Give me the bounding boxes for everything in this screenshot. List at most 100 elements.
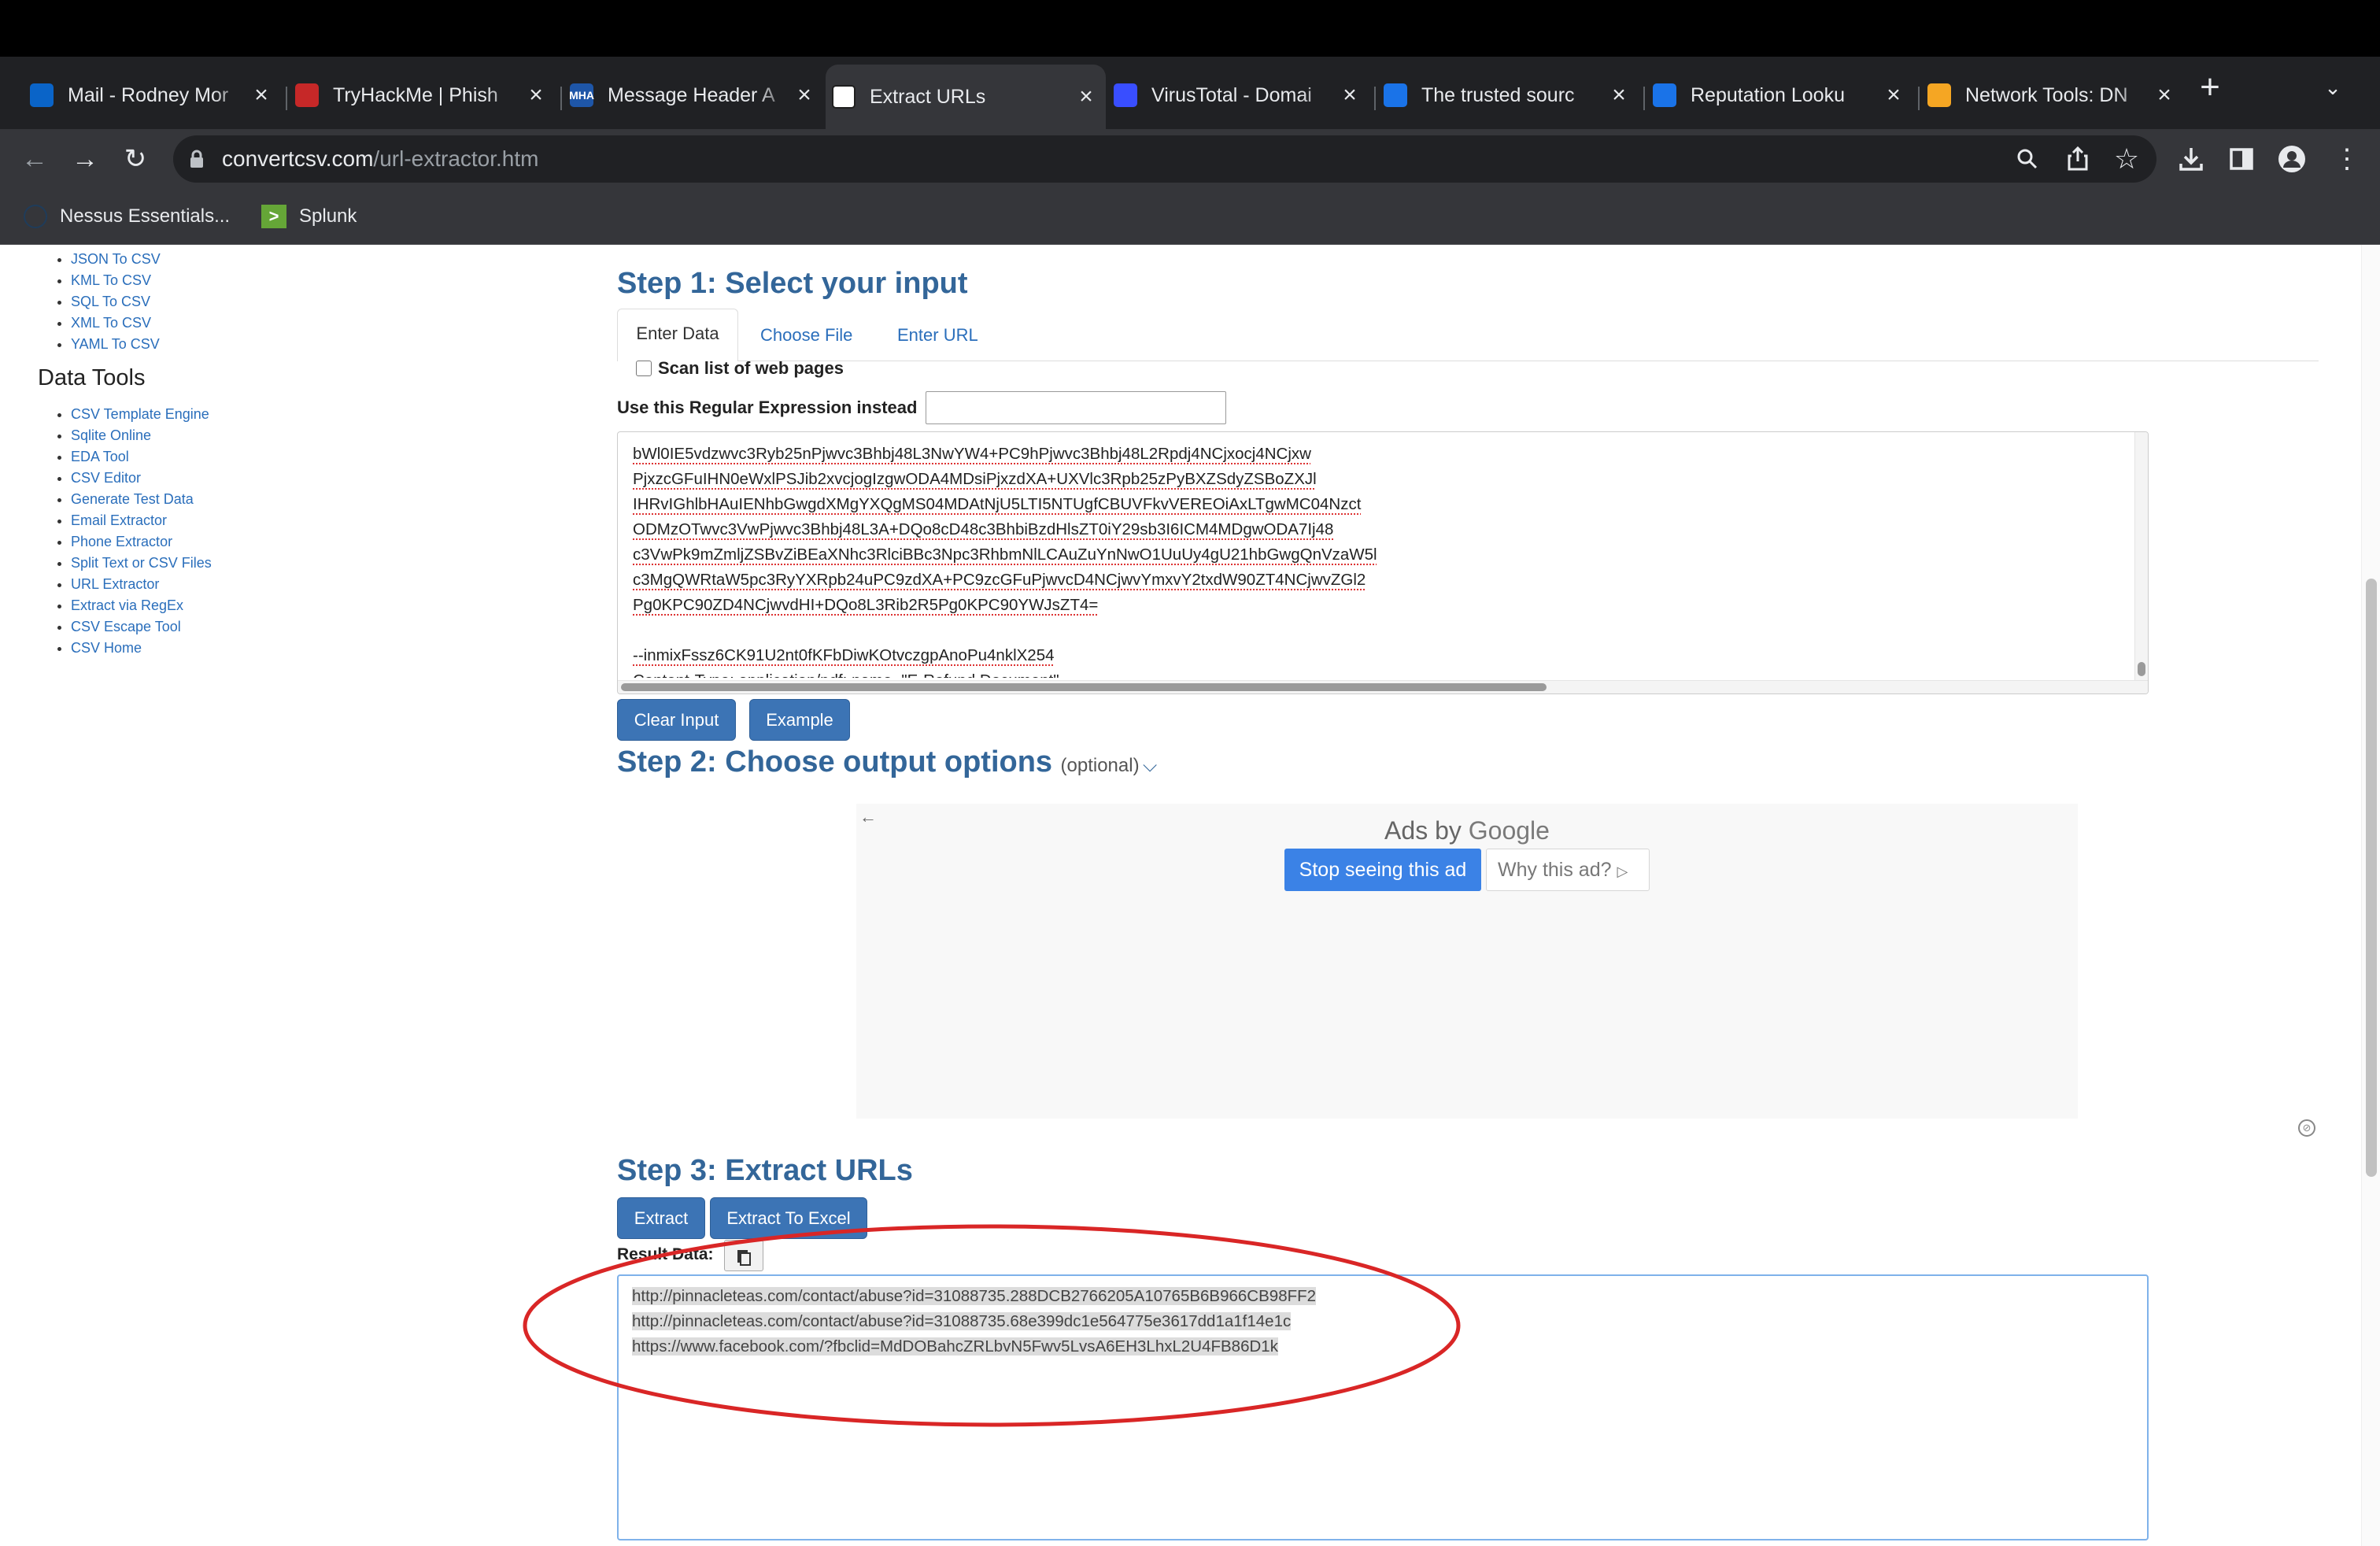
tab-enter-data[interactable]: Enter Data [617, 309, 738, 361]
sidebar-link[interactable]: Extract via RegEx [71, 595, 212, 616]
side-panel-icon[interactable] [2229, 146, 2254, 172]
scan-web-pages-label: Scan list of web pages [658, 358, 844, 378]
mha-icon: MHA [569, 83, 594, 107]
outlook-icon [30, 83, 54, 107]
browser-tab[interactable]: MHA Message Header A × [564, 68, 824, 123]
tab-close-icon[interactable]: × [1338, 82, 1362, 109]
page-scrollbar[interactable] [2361, 245, 2380, 1546]
nessus-icon [24, 205, 47, 228]
tab-close-icon[interactable]: × [1882, 82, 1905, 109]
sidebar-link[interactable]: KML To CSV [71, 270, 161, 291]
tab-separator [1643, 87, 1645, 110]
tab-title: Extract URLs [870, 85, 986, 108]
sidebar-link[interactable]: CSV Editor [71, 468, 212, 489]
tab-close-icon[interactable]: × [793, 82, 816, 109]
step2-optional: (optional) [1060, 755, 1140, 776]
zoom-icon[interactable] [2016, 148, 2038, 170]
browser-tab[interactable]: VirusTotal - Domai × [1107, 68, 1369, 123]
tab-enter-url[interactable]: Enter URL [897, 309, 978, 361]
expand-chevron-icon[interactable]: ⌵ [1143, 755, 1157, 776]
play-triangle-icon: ▷ [1617, 864, 1628, 879]
bookmarks-bar: Nessus Essentials... > Splunk [0, 189, 2380, 245]
tab-title: Message Header A [608, 83, 775, 106]
tab-title: The trusted sourc [1421, 83, 1575, 106]
bookmark-nessus[interactable]: Nessus Essentials... [60, 189, 230, 244]
data-tools-list: CSV Template EngineSqlite OnlineEDA Tool… [71, 404, 212, 659]
profile-avatar-icon[interactable] [2278, 145, 2306, 173]
tab-title: Mail - Rodney Mor [68, 83, 229, 106]
sidebar-link[interactable]: JSON To CSV [71, 249, 161, 270]
annotation-ellipse [523, 1224, 1461, 1427]
tryhackme-icon [295, 83, 319, 107]
tab-separator [1918, 87, 1920, 110]
ad-choices-icon[interactable]: ⊘ [2298, 1119, 2315, 1137]
example-button[interactable]: Example [749, 699, 850, 741]
sidebar-link[interactable]: Generate Test Data [71, 489, 212, 510]
back-icon[interactable]: ← [17, 129, 52, 189]
sidebar-link[interactable]: YAML To CSV [71, 334, 161, 355]
regex-label: Use this Regular Expression instead [617, 398, 918, 417]
browser-tab[interactable]: The trusted sourc × [1377, 68, 1639, 123]
sidebar-link[interactable]: Sqlite Online [71, 425, 212, 446]
browser-tab[interactable]: Network Tools: DN × [1921, 68, 2184, 123]
tab-close-icon[interactable]: × [524, 82, 548, 109]
input-textarea[interactable]: bWl0IE5vdzwvc3Ryb25nPjwvc3Bhbj48L3NwYW4+… [617, 431, 2149, 694]
splunk-icon: > [261, 205, 286, 228]
sidebar-link[interactable]: CSV Template Engine [71, 404, 212, 425]
tab-search-chevron-icon[interactable]: ⌄ [2315, 60, 2350, 115]
input-vertical-scrollbar[interactable] [2134, 432, 2148, 693]
scan-web-pages-checkbox[interactable] [636, 361, 652, 376]
circle-icon [1653, 83, 1676, 107]
address-bar[interactable]: convertcsv.com/url-extractor.htm ☆ [173, 135, 2156, 183]
bookmark-splunk[interactable]: Splunk [299, 189, 357, 244]
browser-tab[interactable]: TryHackMe | Phish × [289, 68, 556, 123]
download-icon[interactable] [2179, 146, 2204, 172]
page-content: JSON To CSVKML To CSVSQL To CSVXML To CS… [0, 245, 2380, 1546]
forward-icon[interactable]: → [68, 129, 102, 189]
step3-heading: Step 3: Extract URLs [617, 1154, 913, 1187]
sidebar-link[interactable]: Split Text or CSV Files [71, 553, 212, 574]
url-text: convertcsv.com/url-extractor.htm [222, 135, 538, 183]
convertcsv-icon [832, 85, 856, 109]
browser-tab[interactable]: Mail - Rodney Mor × [24, 68, 281, 123]
sidebar-link[interactable]: Phone Extractor [71, 531, 212, 553]
tab-title: TryHackMe | Phish [333, 83, 498, 106]
tab-title: VirusTotal - Domai [1151, 83, 1312, 106]
reload-icon[interactable]: ↻ [118, 129, 153, 189]
data-tools-heading: Data Tools [38, 365, 146, 390]
browser-tab[interactable]: Extract URLs × [826, 65, 1106, 129]
tab-close-icon[interactable]: × [1607, 82, 1631, 109]
input-horizontal-scrollbar[interactable] [618, 680, 2148, 693]
tab-close-icon[interactable]: × [249, 82, 273, 109]
lock-icon [190, 150, 203, 168]
location-pin-icon [1384, 83, 1407, 107]
tab-title: Network Tools: DN [1965, 83, 2128, 106]
sidebar-link[interactable]: CSV Home [71, 638, 212, 659]
step1-heading: Step 1: Select your input [617, 267, 968, 300]
sidebar-link[interactable]: CSV Escape Tool [71, 616, 212, 638]
new-tab-button[interactable]: + [2193, 60, 2227, 115]
sidebar-link[interactable]: SQL To CSV [71, 291, 161, 313]
step2-heading: Step 2: Choose output options [617, 745, 1053, 779]
stop-seeing-ad-button[interactable]: Stop seeing this ad [1284, 849, 1481, 891]
tab-separator [560, 87, 562, 110]
tab-choose-file[interactable]: Choose File [760, 309, 852, 361]
sidebar-link[interactable]: URL Extractor [71, 574, 212, 595]
tab-close-icon[interactable]: × [1074, 83, 1098, 110]
why-this-ad-button[interactable]: Why this ad? ▷ [1486, 849, 1650, 891]
tab-close-icon[interactable]: × [2153, 82, 2176, 109]
browser-tab[interactable]: Reputation Looku × [1646, 68, 1913, 123]
share-icon[interactable] [2067, 146, 2089, 171]
tab-separator [286, 87, 287, 110]
url-domain: convertcsv.com [222, 146, 374, 171]
sidebar-link[interactable]: Email Extractor [71, 510, 212, 531]
sidebar-link[interactable]: EDA Tool [71, 446, 212, 468]
menu-kebab-icon[interactable]: ⋮ [2330, 129, 2364, 189]
regex-input[interactable] [926, 391, 1226, 424]
bookmark-star-icon[interactable]: ☆ [2109, 135, 2144, 183]
clear-input-button[interactable]: Clear Input [617, 699, 736, 741]
sidebar-link[interactable]: XML To CSV [71, 313, 161, 334]
page-scrollbar-thumb[interactable] [2366, 579, 2377, 1177]
step2-heading-row[interactable]: Step 2: Choose output options (optional)… [617, 745, 1157, 779]
tab-separator [1374, 87, 1376, 110]
